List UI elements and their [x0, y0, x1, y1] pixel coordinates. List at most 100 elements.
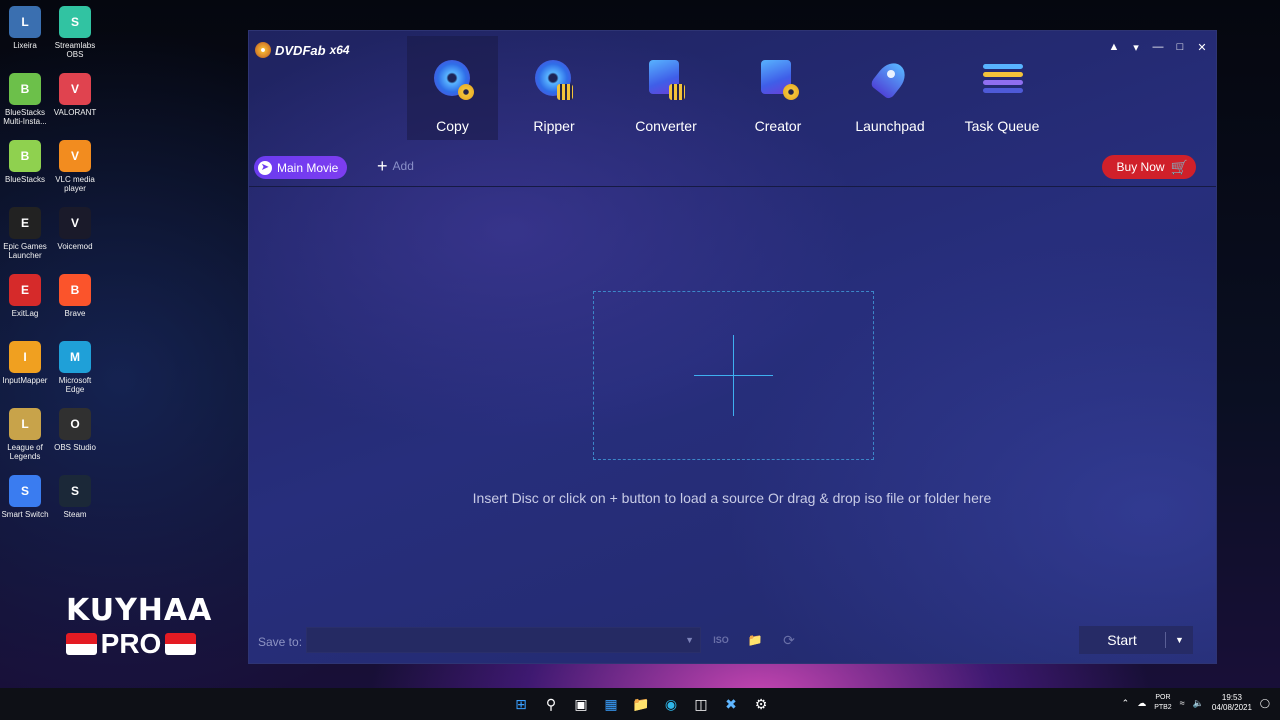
desktop-icon-label: League of Legends	[7, 443, 43, 461]
desktop-icon-label: Epic Games Launcher	[3, 242, 47, 260]
desktop-icon[interactable]: S Streamlabs OBS	[50, 6, 100, 59]
desktop-icon-label: OBS Studio	[54, 443, 96, 452]
buy-now-button[interactable]: Buy Now 🛒	[1101, 155, 1196, 179]
cloud-icon[interactable]: ☁	[1137, 698, 1146, 709]
maximize-icon[interactable]: □	[1172, 41, 1188, 54]
creator-icon	[755, 58, 801, 104]
task-view-icon[interactable]: ▣	[571, 694, 591, 714]
desktop-icon-label: ExitLag	[11, 309, 39, 318]
module-task-queue[interactable]: Task Queue	[946, 36, 1058, 140]
start-label: Start	[1107, 632, 1137, 648]
skin-icon[interactable]: ▲	[1106, 41, 1122, 54]
module-label: Copy	[436, 118, 469, 134]
desktop-icon[interactable]: I InputMapper	[0, 341, 50, 385]
refresh-icon[interactable]: ⟳	[777, 630, 801, 650]
desktop-icon-label: InputMapper	[2, 376, 48, 385]
desktop-icon[interactable]: E Epic Games Launcher	[0, 207, 50, 260]
chevron-up-icon[interactable]: ⌃	[1122, 698, 1130, 709]
brave-icon: B	[59, 274, 91, 306]
save-bar: Save to: ▼ ISO 📁 ⟳ Start ▼	[249, 626, 1216, 656]
close-icon[interactable]: ✕	[1194, 41, 1210, 54]
window-controls: ▲ ▾ — □ ✕	[1106, 41, 1210, 54]
desktop-icon[interactable]: B BlueStacks	[0, 140, 50, 184]
desktop-icon[interactable]: V VLC media player	[50, 140, 100, 193]
notifications-icon[interactable]: ◯	[1260, 698, 1270, 709]
desktop-icon[interactable]: L League of Legends	[0, 408, 50, 461]
clock-date: 04/08/2021	[1211, 703, 1252, 712]
save-to-label: Save to:	[258, 635, 303, 649]
module-label: Task Queue	[964, 118, 1040, 134]
flag-icon	[66, 633, 97, 655]
voicemod-icon: V	[59, 207, 91, 239]
desktop-icon[interactable]: V Voicemod	[50, 207, 100, 251]
edge-icon[interactable]: ◉	[661, 694, 681, 714]
file-explorer-icon[interactable]: 📁	[631, 694, 651, 714]
plus-icon	[733, 335, 734, 416]
desktop-icon-label: BlueStacks	[4, 175, 46, 184]
volume-icon[interactable]: 🔈	[1193, 698, 1204, 709]
desktop-icon[interactable]: S Smart Switch	[0, 475, 50, 519]
clock[interactable]: 19:53 04/08/2021	[1212, 693, 1252, 713]
desktop-icon[interactable]: B Brave	[50, 274, 100, 318]
save-to-field[interactable]: ▼	[306, 627, 701, 653]
desktop-icon-label: Steam	[63, 510, 87, 519]
lang-bottom: PTB2	[1154, 704, 1172, 711]
brand-name: DVDFab	[275, 42, 326, 58]
source-dropzone[interactable]	[593, 291, 874, 460]
vlc-icon: V	[59, 140, 91, 172]
app-brand: DVDFab x64	[255, 42, 350, 58]
watermark-line2-row: PRO	[66, 628, 196, 660]
system-tray: ⌃ ☁ POR PTB2 ≈ 🔈 19:53 04/08/2021 ◯	[1122, 693, 1270, 713]
search-icon[interactable]: ⚲	[541, 694, 561, 714]
minimize-icon[interactable]: —	[1150, 41, 1166, 54]
desktop-icon[interactable]: E ExitLag	[0, 274, 50, 318]
store-icon[interactable]: ◫	[691, 694, 711, 714]
widgets-icon[interactable]: ▦	[601, 694, 621, 714]
main-movie-button[interactable]: ➤ Main Movie	[254, 156, 348, 179]
module-label: Creator	[754, 118, 802, 134]
module-creator[interactable]: Creator	[722, 36, 834, 140]
module-launchpad[interactable]: Launchpad	[834, 36, 946, 140]
windows-start-icon[interactable]: ⊞	[511, 694, 531, 714]
plus-icon: +	[377, 156, 388, 176]
desktop-icon-label: Microsoft Edge	[58, 376, 92, 394]
lang-top: POR	[1155, 694, 1171, 701]
recycle-bin-icon: L	[9, 6, 41, 38]
chevron-down-icon[interactable]: ▼	[685, 635, 694, 645]
edge-icon: M	[59, 341, 91, 373]
wifi-icon[interactable]: ≈	[1180, 698, 1185, 708]
menu-icon[interactable]: ▾	[1128, 41, 1144, 54]
desktop-icon[interactable]: V VALORANT	[50, 73, 100, 117]
desktop-icon-label: Smart Switch	[1, 510, 49, 519]
settings-icon[interactable]: ⚙	[751, 694, 771, 714]
desktop-icon-label: VLC media player	[55, 175, 95, 193]
module-copy[interactable]: Copy	[407, 36, 498, 140]
desktop-icon[interactable]: L Lixeira	[0, 6, 50, 50]
add-button[interactable]: + Add	[377, 156, 414, 176]
desktop-icon[interactable]: O OBS Studio	[50, 408, 100, 452]
desktop-icon[interactable]: B BlueStacks Multi-Insta...	[0, 73, 50, 126]
chevron-down-icon[interactable]: ▼	[1166, 635, 1193, 645]
desktop-icon[interactable]: S Steam	[50, 475, 100, 519]
language-indicator[interactable]: POR PTB2	[1154, 693, 1172, 713]
add-label: Add	[392, 159, 414, 173]
folder-icon[interactable]: 📁	[743, 630, 767, 650]
xbox-icon[interactable]: ✖	[721, 694, 741, 714]
desktop-icon[interactable]: M Microsoft Edge	[50, 341, 100, 394]
buy-now-label: Buy Now	[1116, 160, 1165, 174]
steam-icon: S	[59, 475, 91, 507]
task-queue-icon	[979, 58, 1025, 104]
taskbar: ⊞ ⚲ ▣ ▦ 📁 ◉ ◫ ✖ ⚙ ⌃ ☁ POR PTB2 ≈ 🔈 19:53…	[0, 688, 1280, 720]
clock-time: 19:53	[1221, 693, 1242, 702]
start-button[interactable]: Start ▼	[1079, 626, 1193, 654]
cart-icon: 🛒	[1170, 158, 1188, 175]
converter-icon	[643, 58, 689, 104]
module-ripper[interactable]: Ripper	[498, 36, 610, 140]
iso-icon[interactable]: ISO	[709, 630, 733, 650]
brand-arch: x64	[329, 43, 350, 57]
app-header: DVDFab x64 ▲ ▾ — □ ✕ Copy Ripper Convert…	[249, 31, 1216, 186]
module-label: Ripper	[533, 118, 575, 134]
module-converter[interactable]: Converter	[610, 36, 722, 140]
streamlabs-icon: S	[59, 6, 91, 38]
desktop-icon-label: VALORANT	[53, 108, 97, 117]
